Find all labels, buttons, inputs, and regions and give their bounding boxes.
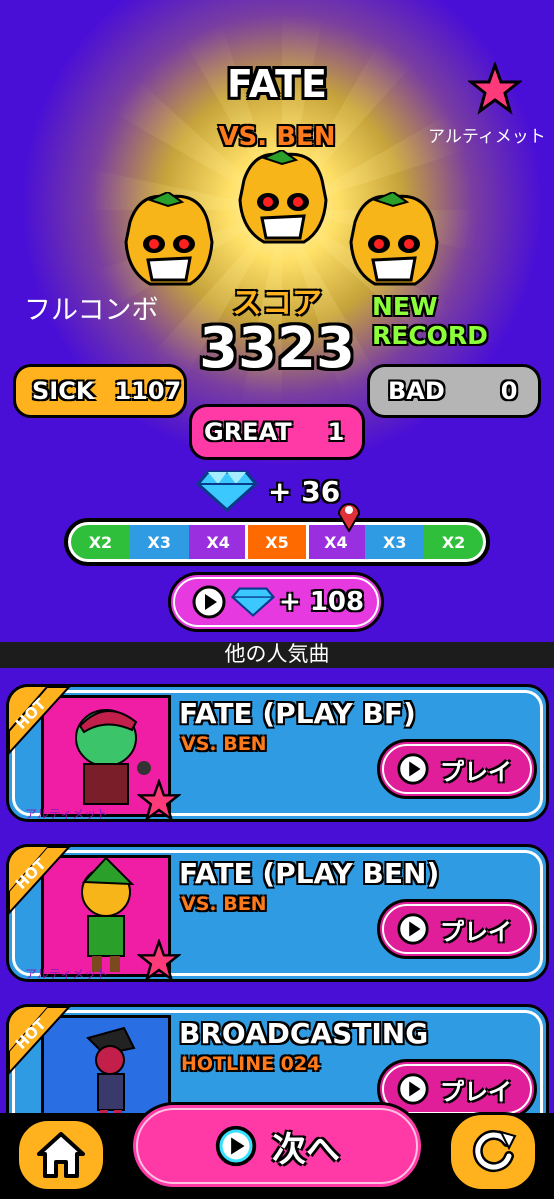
- next-label: 次へ: [272, 1129, 340, 1170]
- multiplier-segment: X3: [129, 525, 189, 559]
- difficulty-label: アルティメット: [428, 127, 546, 147]
- ultimate-star-icon: [137, 939, 181, 979]
- bad-value: 0: [500, 377, 518, 405]
- multiplier-segment: X5: [244, 525, 310, 559]
- map-pin-icon: [337, 503, 361, 532]
- multiplier-segment: X2: [71, 525, 130, 559]
- retry-button[interactable]: [448, 1112, 538, 1192]
- play-label: プレイ: [440, 757, 512, 786]
- ben-face-icon: [124, 192, 214, 286]
- card-title: FATE (PLAY BEN): [179, 857, 440, 890]
- card-artist: VS. BEN: [181, 893, 267, 915]
- card-artist: VS. BEN: [181, 733, 267, 755]
- ultimate-star-icon: [137, 779, 181, 819]
- play-circle-icon: [192, 585, 226, 619]
- play-label: プレイ: [440, 1077, 512, 1106]
- card-artist: HOTLINE 024: [181, 1053, 321, 1075]
- difficulty-tag: アルティメット: [25, 967, 109, 981]
- card-title: BROADCASTING: [179, 1017, 429, 1050]
- ben-face-icon: [238, 150, 328, 244]
- ben-face-icon: [349, 192, 439, 286]
- sick-count: SICK 1107: [13, 364, 187, 418]
- gem-reward: + 36: [196, 470, 340, 512]
- diamond-icon: [231, 587, 275, 617]
- difficulty-tag: アルティメット: [25, 807, 109, 821]
- song-card[interactable]: HOT アルティメット FATE (PLAY BF) VS. BEN プレイ: [6, 684, 549, 822]
- other-songs-header: 他の人気曲: [0, 642, 554, 668]
- multiplier-segment: X3: [365, 525, 425, 559]
- ad-reward-amount: + 108: [279, 587, 365, 617]
- card-title: FATE (PLAY BF): [179, 697, 416, 730]
- play-circle-icon: [215, 1125, 257, 1167]
- song-card[interactable]: HOT アルティメット FATE (PLAY BEN) VS. BEN プレイ: [6, 844, 549, 982]
- bad-label: BAD: [388, 377, 445, 405]
- diamond-icon: [196, 470, 258, 512]
- sick-value: 1107: [114, 377, 182, 405]
- play-button[interactable]: プレイ: [377, 899, 537, 959]
- sick-label: SICK: [32, 377, 95, 405]
- great-value: 1: [327, 418, 345, 446]
- multiplier-segment: X4: [188, 525, 248, 559]
- other-songs-list[interactable]: HOT アルティメット FATE (PLAY BF) VS. BEN プレイ H…: [0, 668, 554, 1113]
- multiplier-segment: X2: [424, 525, 483, 559]
- play-circle-icon: [397, 1073, 429, 1105]
- home-button[interactable]: [16, 1118, 106, 1192]
- retry-icon: [472, 1130, 517, 1173]
- ultimate-star-icon: [468, 62, 522, 115]
- bad-count: BAD 0: [367, 364, 541, 418]
- play-button[interactable]: プレイ: [377, 1059, 537, 1113]
- gem-amount: + 36: [268, 474, 341, 508]
- great-count: GREAT 1: [189, 404, 365, 460]
- play-circle-icon: [397, 753, 429, 785]
- multiplier-track: X2 X3 X4 X5 X4 X3 X2: [71, 525, 483, 559]
- play-circle-icon: [397, 913, 429, 945]
- watch-ad-button[interactable]: + 108: [168, 572, 384, 632]
- play-label: プレイ: [440, 917, 512, 946]
- song-card[interactable]: HOT BROADCASTING HOTLINE 024 プレイ: [6, 1004, 549, 1113]
- home-icon: [37, 1132, 85, 1178]
- next-button[interactable]: 次へ: [130, 1102, 424, 1190]
- great-label: GREAT: [204, 418, 292, 446]
- multiplier-bar: X2 X3 X4 X5 X4 X3 X2: [64, 518, 490, 566]
- play-button[interactable]: プレイ: [377, 739, 537, 799]
